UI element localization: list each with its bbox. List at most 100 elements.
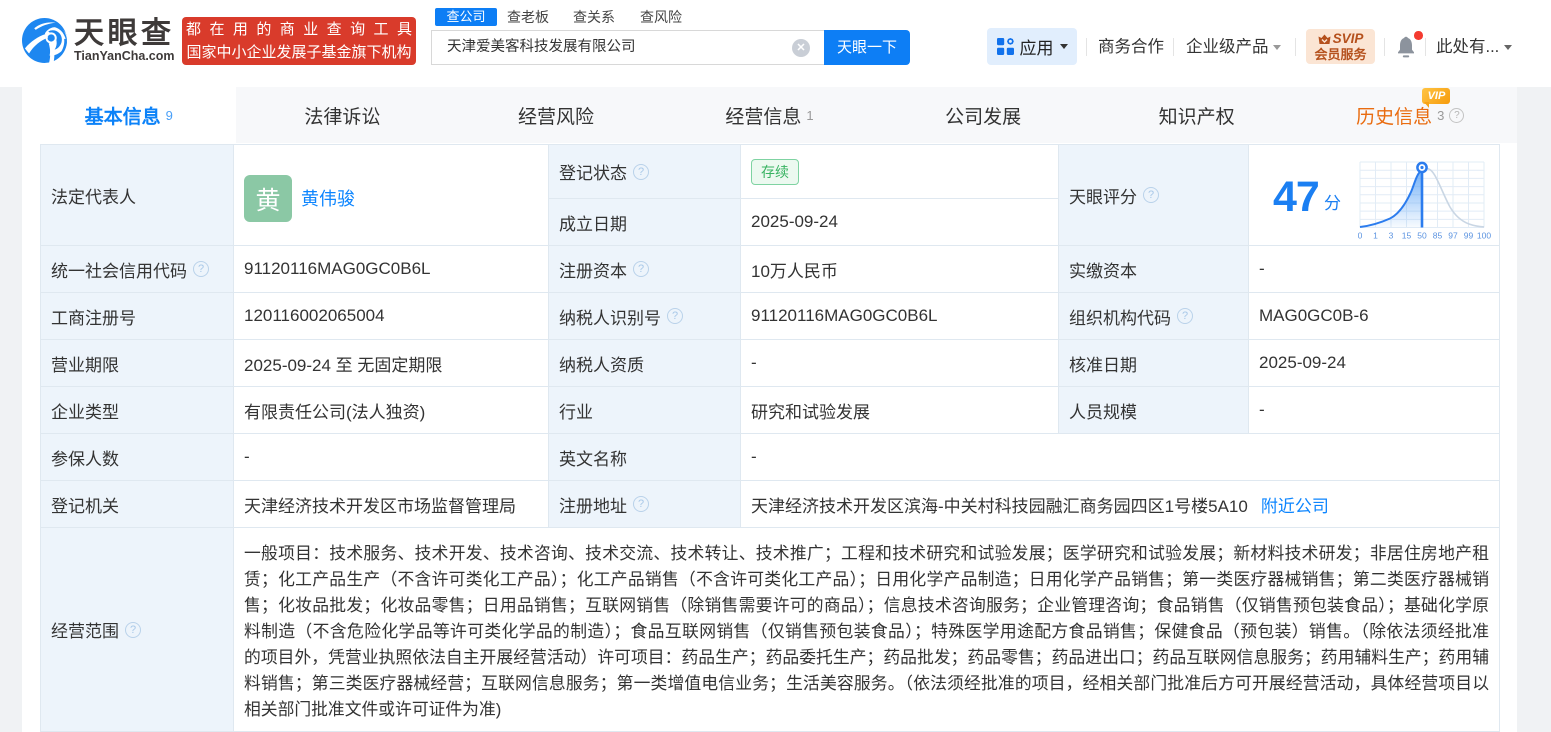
tax-quality-label-text: 纳税人资质 xyxy=(559,355,644,375)
value-biz-scope: 一般项目：技术服务、技术开发、技术咨询、技术交流、技术转让、技术推广；工程和技术… xyxy=(234,528,1499,731)
svip-member-button[interactable]: SVIP 会员服务 xyxy=(1306,29,1375,64)
svg-text:15: 15 xyxy=(1402,231,1412,241)
help-icon[interactable]: ? xyxy=(633,261,649,277)
tax-quality-value-text: - xyxy=(751,353,757,372)
search-input[interactable]: 天津爱美客科技发展有限公司 xyxy=(447,31,777,64)
help-icon[interactable]: ? xyxy=(1143,187,1159,203)
value-industry: 研究和试验发展 xyxy=(741,387,1058,433)
tab-legal[interactable]: 法律诉讼 xyxy=(236,87,450,143)
tab-label: 公司发展 xyxy=(945,106,1022,128)
insured-label-text: 参保人数 xyxy=(51,449,119,469)
term-label-text: 营业期限 xyxy=(51,355,119,375)
label-credit-code: 统一社会信用代码? xyxy=(41,246,233,292)
value-tax-quality: - xyxy=(741,340,1058,386)
address-value-text: 天津经济技术开发区滨海-中关村科技园融汇商务园四区1号楼5A10 xyxy=(751,496,1248,516)
help-icon[interactable]: ? xyxy=(667,308,683,324)
bell-icon[interactable] xyxy=(1397,36,1415,58)
tab-label: 经营风险 xyxy=(517,106,594,128)
biz-scope-line: 一般项目：技术服务、技术开发、技术咨询、技术交流、技术转让、技术推广；工程和技术… xyxy=(244,544,1489,563)
search-tab-boss[interactable]: 查老板 xyxy=(507,8,549,26)
slogan-line1: 都在用的商业查询工具 xyxy=(186,21,412,38)
org-code-label-text: 组织机构代码 xyxy=(1069,308,1171,328)
value-legal-rep: 黄 黄伟骏 xyxy=(234,145,548,245)
tab-label: 法律诉讼 xyxy=(304,106,381,128)
help-icon[interactable]: ? xyxy=(1449,107,1465,123)
top-header: 天眼查 TianYanCha.com 都在用的商业查询工具 国家中小企业发展子基… xyxy=(0,0,1551,87)
help-icon[interactable]: ? xyxy=(125,621,141,638)
tab-history[interactable]: 历史信息 3? VIP xyxy=(1303,87,1517,143)
help-icon[interactable]: ? xyxy=(1177,308,1193,324)
score-unit: 分 xyxy=(1324,194,1341,213)
tab-risk[interactable]: 经营风险 xyxy=(449,87,663,143)
credit-code-label-text: 统一社会信用代码 xyxy=(51,261,187,281)
biz-scope-line: 料销售；第三类医疗器械经营；互联网信息服务；第一类增值电信业务；生活美容服务。（… xyxy=(244,674,1489,693)
help-icon[interactable]: ? xyxy=(633,163,649,180)
search-button[interactable]: 天眼一下 xyxy=(824,30,910,65)
value-credit-code: 91120116MAG0GC0B6L xyxy=(234,246,548,292)
reg-authority-value-text: 天津经济技术开发区市场监督管理局 xyxy=(244,496,516,516)
slogan-line2: 国家中小企业发展子基金旗下机构 xyxy=(186,44,412,61)
tab-basic-info[interactable]: 基本信息 9 xyxy=(22,87,236,143)
label-reg-status: 登记状态? xyxy=(549,145,740,198)
divider xyxy=(1425,38,1426,56)
user-menu[interactable]: 此处有... xyxy=(1436,37,1512,57)
address-label-text: 注册地址 xyxy=(559,496,627,516)
tianyancha-logo-icon[interactable] xyxy=(22,18,67,63)
tab-label: 经营信息 xyxy=(725,106,802,128)
help-icon[interactable]: ? xyxy=(193,261,209,277)
value-term: 2025-09-24 至 无固定期限 xyxy=(234,340,548,386)
label-reg-capital: 注册资本? xyxy=(549,246,740,292)
biz-scope-line: 赁；化工产品生产（不含许可类化工产品）；化工产品销售（不含许可类化工产品）；日用… xyxy=(244,570,1489,589)
approve-date-value-text: 2025-09-24 xyxy=(1259,353,1346,372)
company-info-table: 法定代表人 黄 黄伟骏 登记状态? 存续 天眼评分? 47 分 0 1 3 15 50 8… xyxy=(40,144,1500,732)
tab-development[interactable]: 公司发展 xyxy=(876,87,1090,143)
brand-slogan: 都在用的商业查询工具 国家中小企业发展子基金旗下机构 xyxy=(182,17,416,65)
nav-cooperation[interactable]: 商务合作 xyxy=(1098,37,1164,57)
tab-ip[interactable]: 知识产权 xyxy=(1090,87,1304,143)
svg-text:100: 100 xyxy=(1477,231,1491,241)
label-reg-authority: 登记机关 xyxy=(41,481,233,527)
nearby-companies-link[interactable]: 附近公司 xyxy=(1261,492,1329,517)
tab-operation[interactable]: 经营信息 1 xyxy=(663,87,877,143)
user-label: 此处有... xyxy=(1436,38,1500,56)
chevron-down-icon xyxy=(1059,44,1068,49)
credit-code-value-text: 91120116MAG0GC0B6L xyxy=(244,259,431,278)
tax-id-value-text: 91120116MAG0GC0B6L xyxy=(751,306,938,325)
search-tab-relation[interactable]: 查关系 xyxy=(573,8,615,26)
tab-label: 基本信息 xyxy=(84,106,161,128)
divider xyxy=(1086,38,1087,56)
value-english-name: - xyxy=(741,434,1499,480)
help-icon[interactable]: ? xyxy=(633,496,649,512)
status-badge: 存续 xyxy=(751,158,799,185)
reg-capital-label-text: 注册资本 xyxy=(559,261,627,281)
label-address: 注册地址? xyxy=(549,481,740,527)
reg-no-label-text: 工商注册号 xyxy=(51,308,136,328)
search-tab-risk[interactable]: 查风险 xyxy=(640,8,682,26)
tab-label: 知识产权 xyxy=(1158,106,1235,128)
legal-rep-link[interactable]: 黄伟骏 xyxy=(301,185,355,211)
approve-date-label-text: 核准日期 xyxy=(1069,355,1137,375)
reg-capital-value-text: 10万人民币 xyxy=(751,261,838,281)
label-term: 营业期限 xyxy=(41,340,233,386)
legal-rep-label-text: 法定代表人 xyxy=(51,187,136,207)
search-tab-company[interactable]: 查公司 xyxy=(435,8,497,26)
crown-icon xyxy=(1318,34,1331,44)
label-staff-size: 人员规模 xyxy=(1059,387,1248,433)
svg-text:1: 1 xyxy=(1373,231,1378,241)
nav-enterprise[interactable]: 企业级产品 xyxy=(1186,37,1282,57)
search-box[interactable]: 天津爱美客科技发展有限公司 ✕ xyxy=(431,30,824,65)
biz-scope-line: 售；化妆品批发；化妆品零售；日用品销售；互联网销售（除销售需要许可的商品）；信息… xyxy=(244,596,1489,615)
apps-menu-button[interactable]: 应用 xyxy=(987,28,1077,65)
reg-status-label-text: 登记状态 xyxy=(559,164,627,183)
brand-name[interactable]: 天眼查 xyxy=(74,19,175,49)
avatar[interactable]: 黄 xyxy=(244,175,292,222)
apps-label: 应用 xyxy=(1019,39,1054,58)
english-name-label-text: 英文名称 xyxy=(559,449,627,469)
english-name-value-text: - xyxy=(751,447,757,466)
score-distribution-chart: 0 1 3 15 50 85 97 99 100 xyxy=(1358,161,1491,241)
label-paid-capital: 实缴资本 xyxy=(1059,246,1248,292)
label-approve-date: 核准日期 xyxy=(1059,340,1248,386)
clear-search-icon[interactable]: ✕ xyxy=(792,39,810,57)
value-company-type: 有限责任公司(法人独资) xyxy=(234,387,548,433)
score-number[interactable]: 47 xyxy=(1273,176,1320,219)
